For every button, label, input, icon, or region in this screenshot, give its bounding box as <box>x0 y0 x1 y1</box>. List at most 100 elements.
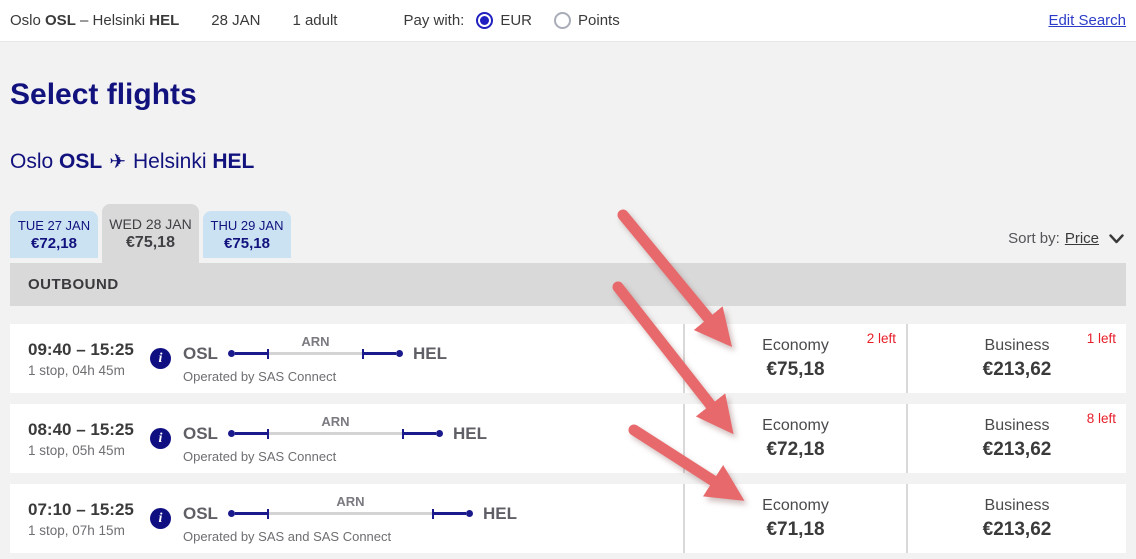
cabin-label: Economy <box>762 497 829 515</box>
pay-option-points-label[interactable]: Points <box>578 12 620 29</box>
seats-left-badge: 1 left <box>1087 331 1116 346</box>
search-summary-bar: Oslo OSL – Helsinki HEL 28 JAN 1 adult P… <box>0 0 1136 42</box>
origin-code: OSL <box>183 504 218 524</box>
operated-by-text: Operated by SAS Connect <box>183 369 447 384</box>
via-airport-code: ARN <box>321 414 349 429</box>
pay-option-eur[interactable]: EUR <box>476 12 532 29</box>
flight-stops-duration: 1 stop, 04h 45m <box>28 363 150 378</box>
flight-row: 08:40 – 15:25 1 stop, 05h 45m i OSL ARN … <box>10 404 1126 473</box>
flight-stops-duration: 1 stop, 07h 15m <box>28 523 150 538</box>
summary-dash: – <box>80 12 88 29</box>
route-block: OSL ARN HEL Operated by SAS and SAS Conn… <box>183 494 517 544</box>
route-block: OSL ARN HEL Operated by SAS Connect <box>183 334 447 384</box>
route-to-code: HEL <box>212 150 254 173</box>
origin-code: OSL <box>183 424 218 444</box>
seats-left-badge: 8 left <box>1087 411 1116 426</box>
radio-unselected-icon[interactable] <box>554 12 571 29</box>
fare-price: €72,18 <box>766 439 824 461</box>
tab-price-label: €72,18 <box>31 235 77 252</box>
sort-by-label: Sort by: <box>1008 230 1060 247</box>
info-icon[interactable]: i <box>150 348 171 369</box>
date-tab-wed-28-jan[interactable]: WED 28 JAN €75,18 <box>102 204 199 263</box>
pay-with-group: Pay with: EUR Points <box>403 12 633 29</box>
business-fare-button[interactable]: 1 left Business €213,62 <box>908 324 1126 393</box>
route-heading: Oslo OSL ✈ Helsinki HEL <box>10 149 1126 174</box>
summary-from-city: Oslo <box>10 12 41 29</box>
date-tab-tue-27-jan[interactable]: TUE 27 JAN €72,18 <box>10 211 98 258</box>
pay-option-points[interactable]: Points <box>554 12 620 29</box>
via-airport-code: ARN <box>301 334 329 349</box>
time-block: 08:40 – 15:25 1 stop, 05h 45m <box>28 420 150 458</box>
flight-row: 09:40 – 15:25 1 stop, 04h 45m i OSL ARN … <box>10 324 1126 393</box>
summary-date: 28 JAN <box>211 12 260 29</box>
date-tab-strip: TUE 27 JAN €72,18 WED 28 JAN €75,18 THU … <box>10 204 1126 263</box>
via-airport-code: ARN <box>336 494 364 509</box>
flight-stops-duration: 1 stop, 05h 45m <box>28 443 150 458</box>
sort-by-control[interactable]: Sort by: Price <box>1008 230 1124 247</box>
tab-price-label: €75,18 <box>126 234 175 252</box>
cabin-label: Economy <box>762 337 829 355</box>
fare-price: €213,62 <box>983 439 1052 461</box>
business-fare-button[interactable]: 8 left Business €213,62 <box>908 404 1126 473</box>
info-icon[interactable]: i <box>150 428 171 449</box>
route-line: ARN <box>228 429 443 439</box>
sort-by-value[interactable]: Price <box>1065 230 1099 247</box>
radio-selected-icon[interactable] <box>476 12 493 29</box>
tab-day-label: WED 28 JAN <box>109 216 191 232</box>
destination-code: HEL <box>453 424 487 444</box>
business-fare-button[interactable]: Business €213,62 <box>908 484 1126 553</box>
route-block: OSL ARN HEL Operated by SAS Connect <box>183 414 487 464</box>
time-block: 09:40 – 15:25 1 stop, 04h 45m <box>28 340 150 378</box>
airplane-icon: ✈ <box>109 149 126 174</box>
origin-code: OSL <box>183 344 218 364</box>
info-icon[interactable]: i <box>150 508 171 529</box>
date-tab-thu-29-jan[interactable]: THU 29 JAN €75,18 <box>203 211 291 258</box>
route-line: ARN <box>228 349 403 359</box>
economy-fare-button[interactable]: Economy €72,18 <box>685 404 906 473</box>
fare-price: €213,62 <box>983 519 1052 541</box>
summary-passengers: 1 adult <box>292 12 337 29</box>
cabin-label: Economy <box>762 417 829 435</box>
cabin-label: Business <box>985 417 1050 435</box>
fare-price: €213,62 <box>983 359 1052 381</box>
route-line: ARN <box>228 509 473 519</box>
route-destination-dot <box>436 430 443 437</box>
flight-details-cell: 08:40 – 15:25 1 stop, 05h 45m i OSL ARN … <box>10 404 683 473</box>
tab-day-label: TUE 27 JAN <box>18 218 90 233</box>
fare-price: €71,18 <box>766 519 824 541</box>
flight-results-list: 09:40 – 15:25 1 stop, 04h 45m i OSL ARN … <box>10 324 1126 553</box>
route-origin-dot <box>228 350 235 357</box>
flight-details-cell: 09:40 – 15:25 1 stop, 04h 45m i OSL ARN … <box>10 324 683 393</box>
chevron-down-icon[interactable] <box>1109 234 1124 244</box>
destination-code: HEL <box>413 344 447 364</box>
tab-day-label: THU 29 JAN <box>211 218 284 233</box>
flight-row: 07:10 – 15:25 1 stop, 07h 15m i OSL ARN … <box>10 484 1126 553</box>
time-block: 07:10 – 15:25 1 stop, 07h 15m <box>28 500 150 538</box>
economy-fare-button[interactable]: 2 left Economy €75,18 <box>685 324 906 393</box>
operated-by-text: Operated by SAS Connect <box>183 449 487 464</box>
summary-to-code: HEL <box>149 12 179 29</box>
cabin-label: Business <box>985 337 1050 355</box>
pay-with-label: Pay with: <box>403 12 464 29</box>
flight-times: 08:40 – 15:25 <box>28 420 150 440</box>
economy-fare-button[interactable]: Economy €71,18 <box>685 484 906 553</box>
fare-price: €75,18 <box>766 359 824 381</box>
outbound-section-header: OUTBOUND <box>10 263 1126 306</box>
route-from-code: OSL <box>59 150 102 173</box>
summary-from-code: OSL <box>45 12 76 29</box>
tab-price-label: €75,18 <box>224 235 270 252</box>
route-destination-dot <box>466 510 473 517</box>
flight-details-cell: 07:10 – 15:25 1 stop, 07h 15m i OSL ARN … <box>10 484 683 553</box>
pay-option-eur-label[interactable]: EUR <box>500 12 532 29</box>
route-origin-dot <box>228 430 235 437</box>
cabin-label: Business <box>985 497 1050 515</box>
flight-times: 07:10 – 15:25 <box>28 500 150 520</box>
route-to-city: Helsinki <box>133 150 207 173</box>
destination-code: HEL <box>483 504 517 524</box>
flight-times: 09:40 – 15:25 <box>28 340 150 360</box>
seats-left-badge: 2 left <box>867 331 896 346</box>
edit-search-link[interactable]: Edit Search <box>1048 12 1126 29</box>
route-from-city: Oslo <box>10 150 53 173</box>
route-origin-dot <box>228 510 235 517</box>
page-title: Select flights <box>10 78 1126 112</box>
